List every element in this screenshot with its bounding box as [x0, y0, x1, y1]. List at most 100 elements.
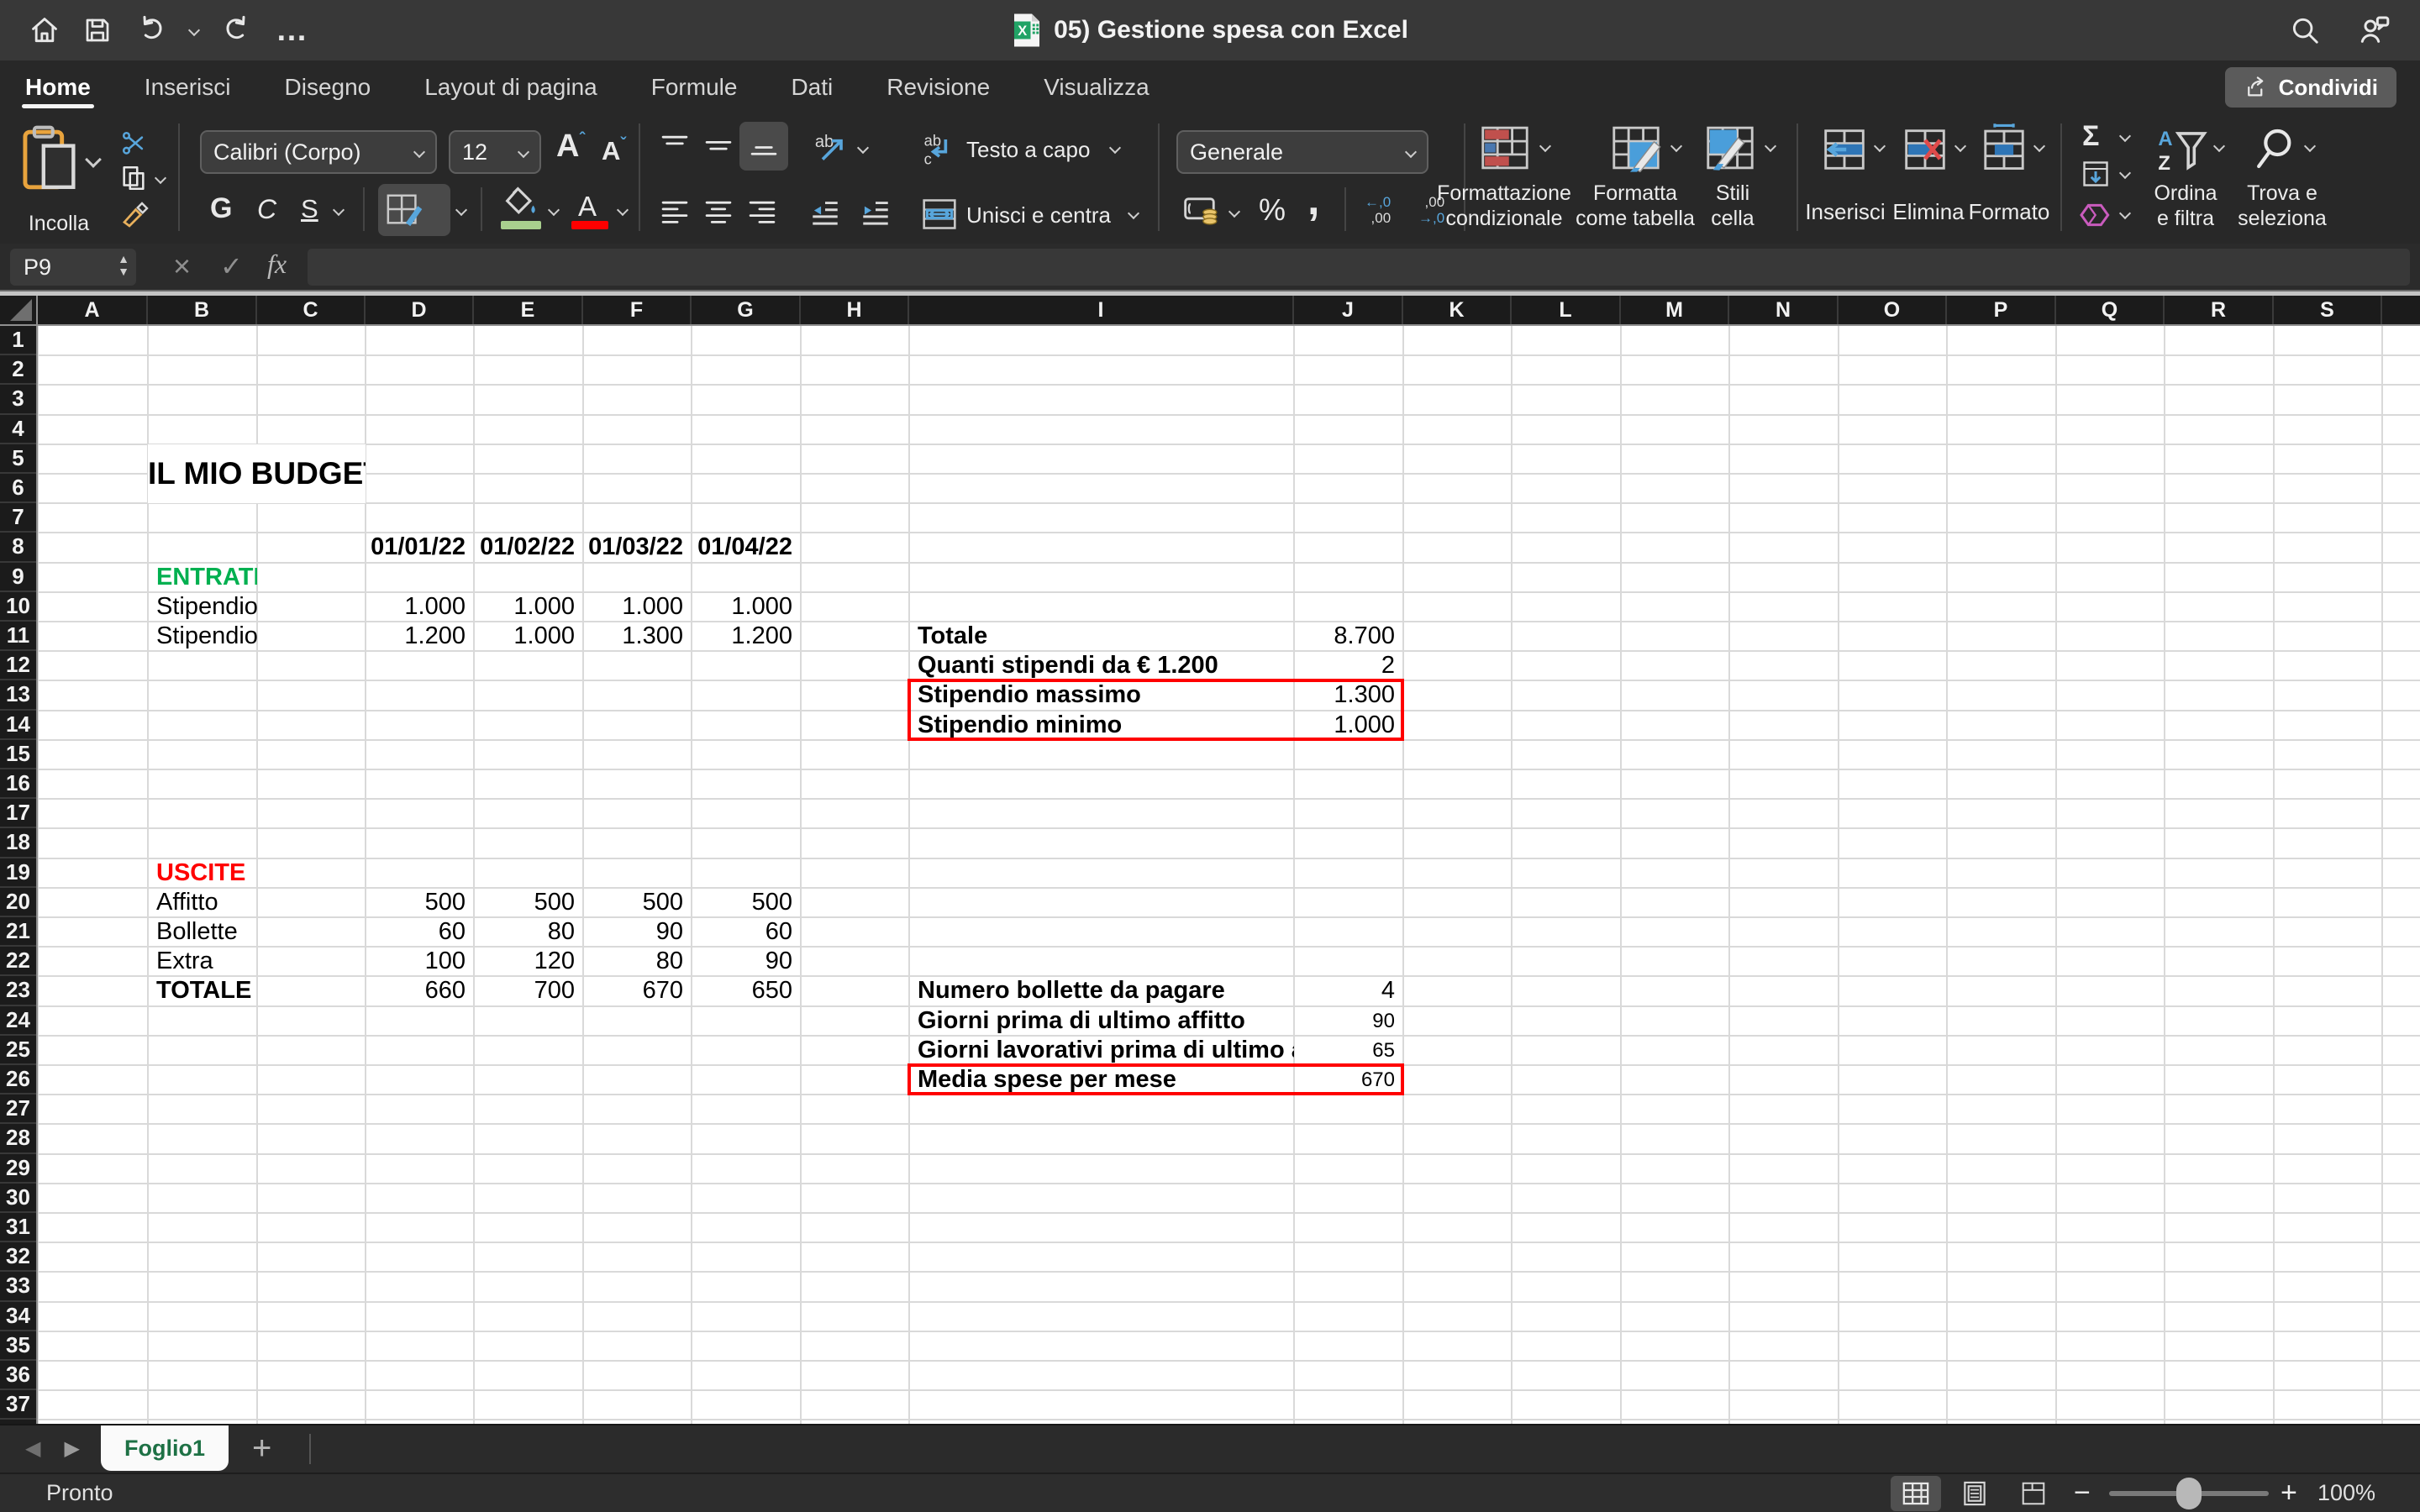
shrink-font-button[interactable]: Aˇ	[602, 135, 626, 166]
cell-F10[interactable]: 1.000	[583, 592, 692, 622]
cell-G8[interactable]: 01/04/22	[692, 533, 801, 562]
cell-F22[interactable]: 80	[583, 947, 692, 976]
cell-E21[interactable]: 80	[474, 917, 583, 947]
delete-cells-chevron-icon[interactable]	[1954, 140, 1966, 152]
row-header-31[interactable]: 31	[0, 1213, 36, 1242]
underline-chevron-icon[interactable]	[333, 204, 345, 216]
bold-button[interactable]: G	[210, 192, 232, 225]
enter-button[interactable]: ✓	[220, 250, 243, 282]
cell-F8[interactable]: 01/03/22	[583, 533, 692, 562]
row-header-6[interactable]: 6	[0, 474, 36, 503]
row-header-8[interactable]: 8	[0, 533, 36, 562]
cell-D21[interactable]: 60	[366, 917, 474, 947]
align-left-button[interactable]	[659, 197, 691, 230]
column-header-N[interactable]: N	[1729, 296, 1839, 324]
cell-I11[interactable]: Totale	[909, 622, 1294, 651]
cell-F20[interactable]: 500	[583, 888, 692, 917]
clear-icon[interactable]	[2077, 199, 2111, 235]
fill-down-icon[interactable]	[2081, 159, 2111, 193]
cell-J25[interactable]: 65	[1294, 1036, 1403, 1065]
cancel-button[interactable]: ×	[173, 249, 191, 284]
borders-chevron-icon[interactable]	[455, 204, 467, 216]
page-break-view-button[interactable]	[2008, 1476, 2059, 1511]
row-header-10[interactable]: 10	[0, 592, 36, 622]
format-cells-icon[interactable]	[1980, 122, 2028, 176]
cell-G10[interactable]: 1.000	[692, 592, 801, 622]
fill-color-button[interactable]	[502, 186, 539, 223]
cell-E22[interactable]: 120	[474, 947, 583, 976]
ribbon-tab-formule[interactable]: Formule	[648, 60, 741, 113]
ribbon-tab-layout-di-pagina[interactable]: Layout di pagina	[421, 60, 601, 113]
decrease-decimal-button[interactable]: ←,0,00	[1365, 194, 1391, 226]
grow-font-button[interactable]: Aˆ	[556, 129, 585, 165]
row-header-1[interactable]: 1	[0, 326, 36, 355]
cell-D11[interactable]: 1.200	[366, 622, 474, 651]
row-header-17[interactable]: 17	[0, 799, 36, 828]
row-header-2[interactable]: 2	[0, 355, 36, 385]
font-size-select[interactable]: 12	[449, 130, 541, 174]
align-center-button[interactable]	[702, 197, 734, 230]
formula-input[interactable]	[308, 249, 2410, 286]
sheet-tab-foglio1[interactable]: Foglio1	[101, 1425, 229, 1471]
column-header-K[interactable]: K	[1403, 296, 1512, 324]
zoom-in-button[interactable]: +	[2281, 1474, 2297, 1512]
cell-G20[interactable]: 500	[692, 888, 801, 917]
paste-chevron-icon[interactable]	[85, 151, 102, 168]
cut-icon[interactable]	[119, 129, 148, 161]
cell-D20[interactable]: 500	[366, 888, 474, 917]
search-icon[interactable]	[2289, 14, 2321, 46]
row-header-22[interactable]: 22	[0, 947, 36, 976]
row-header-14[interactable]: 14	[0, 711, 36, 740]
column-header-H[interactable]: H	[801, 296, 909, 324]
cell-styles-chevron-icon[interactable]	[1765, 140, 1776, 152]
name-box-spinner[interactable]: ▲▼	[118, 253, 129, 278]
column-header-M[interactable]: M	[1621, 296, 1729, 324]
column-header-R[interactable]: R	[2165, 296, 2274, 324]
column-header-A[interactable]: A	[38, 296, 148, 324]
column-header-E[interactable]: E	[474, 296, 583, 324]
wrap-text-chevron-icon[interactable]	[1109, 142, 1121, 154]
fill-down-chevron-icon[interactable]	[2119, 167, 2131, 179]
align-bottom-button[interactable]	[739, 122, 788, 171]
spinner-up-icon[interactable]: ▲	[118, 253, 129, 265]
row-header-36[interactable]: 36	[0, 1361, 36, 1390]
cell-G21[interactable]: 60	[692, 917, 801, 947]
cell-I25[interactable]: Giorni lavorativi prima di ultimo affitt…	[909, 1036, 1294, 1065]
orientation-button[interactable]: ab	[813, 129, 850, 170]
column-header-P[interactable]: P	[1947, 296, 2056, 324]
save-icon[interactable]	[82, 15, 113, 45]
borders-button[interactable]	[378, 184, 450, 236]
cell-J24[interactable]: 90	[1294, 1006, 1403, 1036]
undo-icon[interactable]	[134, 13, 168, 47]
sort-filter-label[interactable]: Ordinae filtra	[2148, 181, 2223, 231]
cell-E23[interactable]: 700	[474, 976, 583, 1005]
row-header-27[interactable]: 27	[0, 1095, 36, 1124]
paste-button[interactable]	[20, 125, 81, 198]
row-header-12[interactable]: 12	[0, 651, 36, 680]
zoom-out-button[interactable]: −	[2074, 1474, 2091, 1512]
merge-center-icon[interactable]	[921, 196, 958, 237]
cell-D8[interactable]: 01/01/22	[366, 533, 474, 562]
find-select-chevron-icon[interactable]	[2304, 140, 2316, 152]
column-header-D[interactable]: D	[366, 296, 474, 324]
row-header-4[interactable]: 4	[0, 415, 36, 444]
format-painter-icon[interactable]	[119, 201, 150, 235]
copy-chevron-icon[interactable]	[155, 172, 166, 184]
normal-view-button[interactable]	[1891, 1476, 1941, 1511]
row-header-37[interactable]: 37	[0, 1390, 36, 1420]
row-header-29[interactable]: 29	[0, 1154, 36, 1184]
row-header-30[interactable]: 30	[0, 1184, 36, 1213]
align-top-button[interactable]	[659, 132, 691, 165]
font-color-button[interactable]: A	[578, 191, 597, 223]
more-icon[interactable]: …	[276, 13, 309, 49]
home-icon[interactable]	[29, 14, 60, 46]
column-header-B[interactable]: B	[148, 296, 257, 324]
row-header-11[interactable]: 11	[0, 622, 36, 651]
row-header-5[interactable]: 5	[0, 444, 36, 474]
cell-J11[interactable]: 8.700	[1294, 622, 1403, 651]
cell-B23[interactable]: TOTALE	[148, 976, 257, 1005]
currency-icon[interactable]	[1183, 194, 1222, 232]
cell-B10[interactable]: Stipendio 1	[148, 592, 257, 622]
sort-filter-icon[interactable]: AZ	[2156, 125, 2208, 178]
decrease-indent-button[interactable]	[808, 197, 842, 232]
